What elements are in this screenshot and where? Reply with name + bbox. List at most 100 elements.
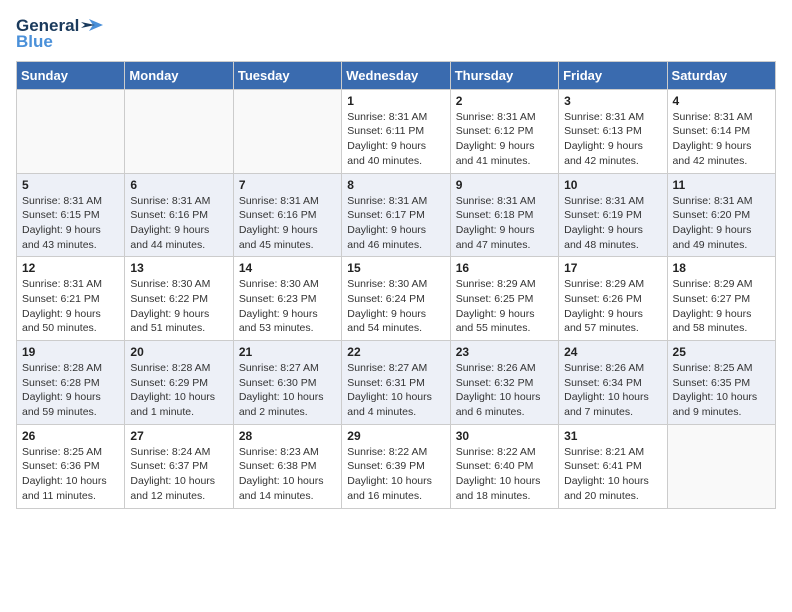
day-number: 14 [239, 261, 336, 275]
logo: General Blue [16, 16, 103, 53]
day-number: 24 [564, 345, 661, 359]
day-number: 18 [673, 261, 770, 275]
day-number: 9 [456, 178, 553, 192]
day-info: Sunrise: 8:28 AM Sunset: 6:28 PM Dayligh… [22, 361, 119, 420]
day-info: Sunrise: 8:31 AM Sunset: 6:18 PM Dayligh… [456, 194, 553, 253]
day-number: 15 [347, 261, 444, 275]
day-info: Sunrise: 8:25 AM Sunset: 6:35 PM Dayligh… [673, 361, 770, 420]
calendar-day-cell: 2 Sunrise: 8:31 AM Sunset: 6:12 PM Daylig… [450, 89, 558, 173]
day-info: Sunrise: 8:31 AM Sunset: 6:12 PM Dayligh… [456, 110, 553, 169]
day-info: Sunrise: 8:30 AM Sunset: 6:23 PM Dayligh… [239, 277, 336, 336]
calendar-week-row: 12 Sunrise: 8:31 AM Sunset: 6:21 PM Dayli… [17, 257, 776, 341]
day-info: Sunrise: 8:31 AM Sunset: 6:16 PM Dayligh… [239, 194, 336, 253]
day-number: 31 [564, 429, 661, 443]
calendar-day-cell: 11Sunrise: 8:31 AM Sunset: 6:20 PM Dayli… [667, 173, 775, 257]
day-info: Sunrise: 8:31 AM Sunset: 6:19 PM Dayligh… [564, 194, 661, 253]
day-info: Sunrise: 8:30 AM Sunset: 6:24 PM Dayligh… [347, 277, 444, 336]
col-header-tuesday: Tuesday [233, 61, 341, 89]
day-number: 2 [456, 94, 553, 108]
day-number: 30 [456, 429, 553, 443]
calendar-day-cell: 17Sunrise: 8:29 AM Sunset: 6:26 PM Dayli… [559, 257, 667, 341]
col-header-monday: Monday [125, 61, 233, 89]
day-number: 8 [347, 178, 444, 192]
col-header-wednesday: Wednesday [342, 61, 450, 89]
calendar-day-cell: 18Sunrise: 8:29 AM Sunset: 6:27 PM Dayli… [667, 257, 775, 341]
calendar-day-cell: 3 Sunrise: 8:31 AM Sunset: 6:13 PM Daylig… [559, 89, 667, 173]
day-info: Sunrise: 8:24 AM Sunset: 6:37 PM Dayligh… [130, 445, 227, 504]
day-info: Sunrise: 8:26 AM Sunset: 6:34 PM Dayligh… [564, 361, 661, 420]
calendar-day-cell: 31Sunrise: 8:21 AM Sunset: 6:41 PM Dayli… [559, 424, 667, 508]
calendar-day-cell: 10 Sunrise: 8:31 AM Sunset: 6:19 PM Dayli… [559, 173, 667, 257]
day-number: 3 [564, 94, 661, 108]
calendar-day-cell: 20Sunrise: 8:28 AM Sunset: 6:29 PM Dayli… [125, 341, 233, 425]
empty-cell [233, 89, 341, 173]
day-number: 4 [673, 94, 770, 108]
calendar-week-row: 5 Sunrise: 8:31 AM Sunset: 6:15 PM Daylig… [17, 173, 776, 257]
day-number: 13 [130, 261, 227, 275]
calendar-day-cell: 27 Sunrise: 8:24 AM Sunset: 6:37 PM Dayli… [125, 424, 233, 508]
calendar-day-cell: 25 Sunrise: 8:25 AM Sunset: 6:35 PM Dayli… [667, 341, 775, 425]
day-number: 6 [130, 178, 227, 192]
calendar-day-cell: 8 Sunrise: 8:31 AM Sunset: 6:17 PM Daylig… [342, 173, 450, 257]
calendar-day-cell: 14 Sunrise: 8:30 AM Sunset: 6:23 PM Dayli… [233, 257, 341, 341]
day-number: 16 [456, 261, 553, 275]
day-info: Sunrise: 8:31 AM Sunset: 6:21 PM Dayligh… [22, 277, 119, 336]
calendar-day-cell: 7 Sunrise: 8:31 AM Sunset: 6:16 PM Daylig… [233, 173, 341, 257]
col-header-sunday: Sunday [17, 61, 125, 89]
day-number: 1 [347, 94, 444, 108]
day-info: Sunrise: 8:27 AM Sunset: 6:31 PM Dayligh… [347, 361, 444, 420]
logo-bird-icon [81, 17, 103, 35]
calendar-day-cell: 23Sunrise: 8:26 AM Sunset: 6:32 PM Dayli… [450, 341, 558, 425]
day-info: Sunrise: 8:22 AM Sunset: 6:39 PM Dayligh… [347, 445, 444, 504]
calendar-day-cell: 24 Sunrise: 8:26 AM Sunset: 6:34 PM Dayli… [559, 341, 667, 425]
day-info: Sunrise: 8:23 AM Sunset: 6:38 PM Dayligh… [239, 445, 336, 504]
day-info: Sunrise: 8:31 AM Sunset: 6:16 PM Dayligh… [130, 194, 227, 253]
calendar-week-row: 1 Sunrise: 8:31 AM Sunset: 6:11 PM Daylig… [17, 89, 776, 173]
day-number: 5 [22, 178, 119, 192]
day-info: Sunrise: 8:28 AM Sunset: 6:29 PM Dayligh… [130, 361, 227, 420]
calendar-day-cell: 30 Sunrise: 8:22 AM Sunset: 6:40 PM Dayli… [450, 424, 558, 508]
calendar-day-cell: 6 Sunrise: 8:31 AM Sunset: 6:16 PM Daylig… [125, 173, 233, 257]
calendar-day-cell: 16 Sunrise: 8:29 AM Sunset: 6:25 PM Dayli… [450, 257, 558, 341]
logo-blue: Blue [16, 32, 53, 52]
empty-cell [125, 89, 233, 173]
calendar-day-cell: 4Sunrise: 8:31 AM Sunset: 6:14 PM Daylig… [667, 89, 775, 173]
calendar-day-cell: 15 Sunrise: 8:30 AM Sunset: 6:24 PM Dayli… [342, 257, 450, 341]
calendar-day-cell: 1 Sunrise: 8:31 AM Sunset: 6:11 PM Daylig… [342, 89, 450, 173]
day-number: 28 [239, 429, 336, 443]
day-info: Sunrise: 8:31 AM Sunset: 6:20 PM Dayligh… [673, 194, 770, 253]
calendar-day-cell: 13 Sunrise: 8:30 AM Sunset: 6:22 PM Dayli… [125, 257, 233, 341]
day-info: Sunrise: 8:31 AM Sunset: 6:15 PM Dayligh… [22, 194, 119, 253]
day-info: Sunrise: 8:29 AM Sunset: 6:25 PM Dayligh… [456, 277, 553, 336]
calendar-week-row: 26Sunrise: 8:25 AM Sunset: 6:36 PM Dayli… [17, 424, 776, 508]
calendar-day-cell: 5 Sunrise: 8:31 AM Sunset: 6:15 PM Daylig… [17, 173, 125, 257]
day-number: 12 [22, 261, 119, 275]
day-number: 17 [564, 261, 661, 275]
calendar-day-cell: 22Sunrise: 8:27 AM Sunset: 6:31 PM Dayli… [342, 341, 450, 425]
day-number: 23 [456, 345, 553, 359]
day-info: Sunrise: 8:31 AM Sunset: 6:13 PM Dayligh… [564, 110, 661, 169]
calendar-day-cell: 26Sunrise: 8:25 AM Sunset: 6:36 PM Dayli… [17, 424, 125, 508]
col-header-thursday: Thursday [450, 61, 558, 89]
page-header: General Blue [16, 16, 776, 53]
day-number: 21 [239, 345, 336, 359]
calendar-day-cell: 9 Sunrise: 8:31 AM Sunset: 6:18 PM Daylig… [450, 173, 558, 257]
day-number: 10 [564, 178, 661, 192]
day-info: Sunrise: 8:31 AM Sunset: 6:11 PM Dayligh… [347, 110, 444, 169]
col-header-friday: Friday [559, 61, 667, 89]
calendar-day-cell: 28 Sunrise: 8:23 AM Sunset: 6:38 PM Dayli… [233, 424, 341, 508]
calendar-day-cell: 29Sunrise: 8:22 AM Sunset: 6:39 PM Dayli… [342, 424, 450, 508]
day-number: 27 [130, 429, 227, 443]
calendar-table: SundayMondayTuesdayWednesdayThursdayFrid… [16, 61, 776, 509]
day-number: 7 [239, 178, 336, 192]
calendar-week-row: 19Sunrise: 8:28 AM Sunset: 6:28 PM Dayli… [17, 341, 776, 425]
calendar-day-cell: 19Sunrise: 8:28 AM Sunset: 6:28 PM Dayli… [17, 341, 125, 425]
day-info: Sunrise: 8:22 AM Sunset: 6:40 PM Dayligh… [456, 445, 553, 504]
day-info: Sunrise: 8:30 AM Sunset: 6:22 PM Dayligh… [130, 277, 227, 336]
day-number: 25 [673, 345, 770, 359]
calendar-day-cell: 21Sunrise: 8:27 AM Sunset: 6:30 PM Dayli… [233, 341, 341, 425]
day-number: 26 [22, 429, 119, 443]
empty-cell [17, 89, 125, 173]
col-header-saturday: Saturday [667, 61, 775, 89]
day-info: Sunrise: 8:31 AM Sunset: 6:17 PM Dayligh… [347, 194, 444, 253]
